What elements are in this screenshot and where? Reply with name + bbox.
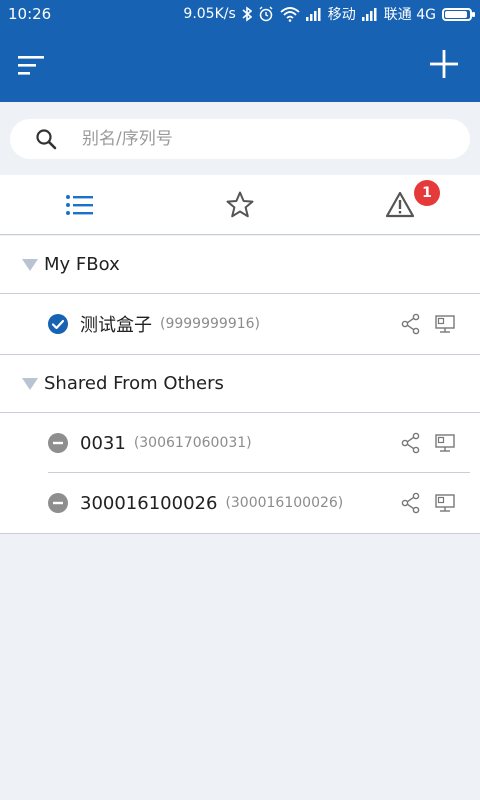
warning-icon [385,191,415,217]
carrier-1: 移动 [327,7,356,23]
offline-minus-icon [48,433,68,453]
monitor-icon[interactable] [434,432,456,454]
device-serial: (9999999916) [160,316,260,332]
alarm-clock-icon [259,6,273,22]
online-check-icon [48,314,68,334]
star-icon [226,191,254,217]
status-right: 9.05K/s 移动 联通 4G [183,4,475,24]
device-name: 300016100026 [80,492,218,514]
device-row[interactable]: 300016100026 (300016100026) [0,473,480,533]
group-header-my-fbox[interactable]: My FBox [0,236,480,294]
bluetooth-icon [242,6,252,22]
monitor-icon[interactable] [434,492,456,514]
group-header-shared[interactable]: Shared From Others [0,355,480,413]
share-icon[interactable] [400,492,422,514]
signal-icon-1 [305,8,321,21]
carrier-2: 联通 4G [383,7,436,23]
collapse-triangle-icon [22,377,38,390]
network-speed: 9.05K/s [183,6,236,22]
search-input[interactable] [82,129,422,149]
device-serial: (300617060031) [133,435,252,451]
search-box[interactable] [10,119,470,159]
tab-favorites[interactable] [160,175,320,234]
offline-minus-icon [48,493,68,513]
tab-bar [0,175,480,235]
group-title: My FBox [44,254,120,275]
device-list: My FBox 测试盒子 (9999999916) Shared From Ot… [0,236,480,534]
device-name: 测试盒子 [80,315,152,336]
row-actions [400,432,456,454]
list-icon [66,194,93,215]
share-icon[interactable] [400,313,422,335]
collapse-triangle-icon [22,258,38,271]
row-actions [400,313,456,335]
alarm-count-badge: 1 [414,180,440,206]
device-serial: (300016100026) [225,495,344,511]
monitor-icon[interactable] [434,313,456,335]
device-row[interactable]: 0031 (300617060031) [0,413,480,473]
signal-icon-2 [361,8,377,21]
status-bar: 10:26 9.05K/s 移动 联通 4G [0,0,480,28]
menu-icon[interactable] [14,50,50,80]
divider [0,533,480,534]
app-bar [0,28,480,102]
tab-alarms[interactable] [320,175,480,234]
status-time: 10:26 [8,5,52,23]
search-area [0,102,480,174]
tab-device-list[interactable] [0,175,160,234]
device-row[interactable]: 测试盒子 (9999999916) [0,294,480,354]
device-name: 0031 [80,432,126,454]
group-title: Shared From Others [44,373,224,394]
row-actions [400,492,456,514]
plus-icon[interactable] [426,46,462,82]
search-icon [36,129,57,150]
battery-icon [442,7,475,21]
share-icon[interactable] [400,432,422,454]
wifi-icon [280,7,300,22]
